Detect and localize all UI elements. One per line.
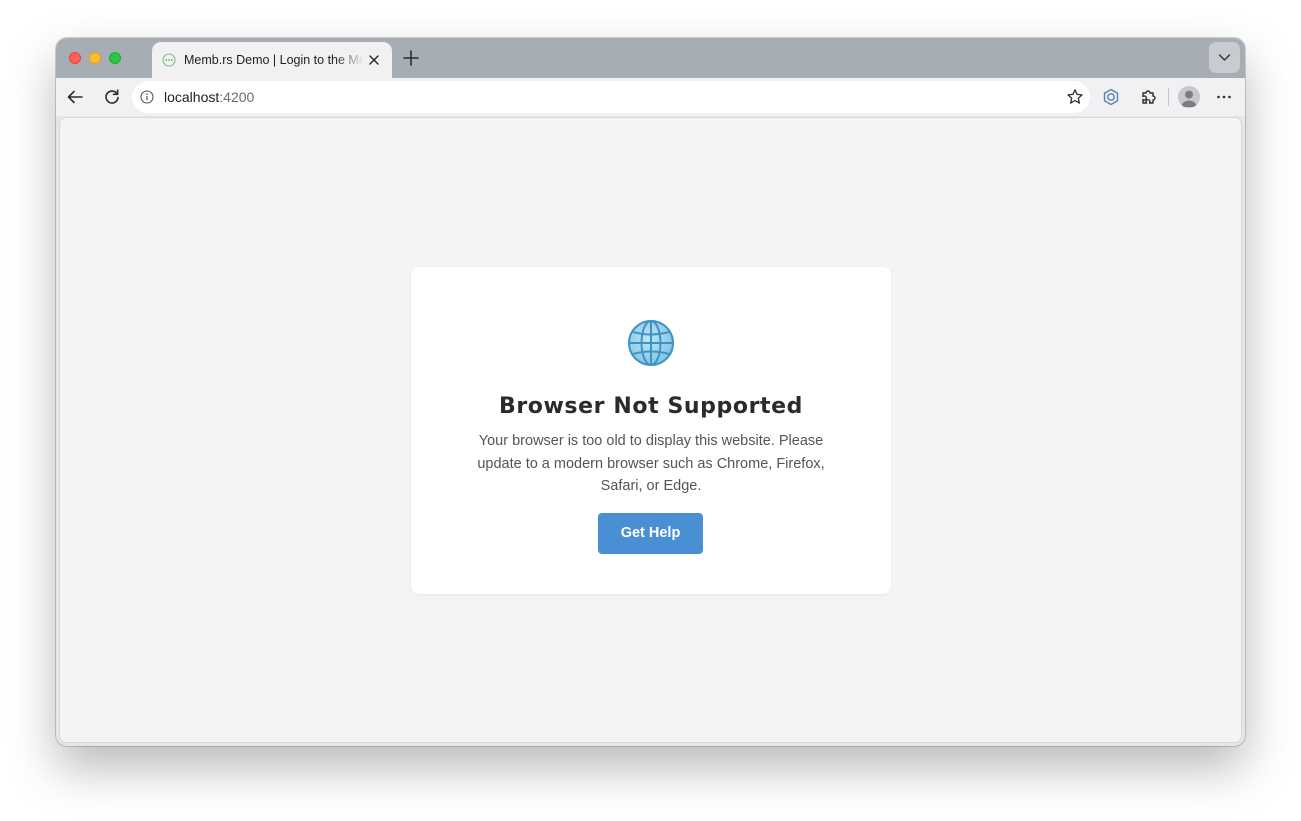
tab-title: Memb.rs Demo | Login to the Memb.rs Demo [184, 53, 364, 67]
tab-close-icon[interactable] [368, 54, 380, 66]
profile-avatar-icon[interactable] [1178, 86, 1200, 108]
extension-icon[interactable] [1102, 88, 1120, 106]
window-maximize-button[interactable] [109, 52, 121, 64]
browser-window: Memb.rs Demo | Login to the Memb.rs Demo [56, 38, 1245, 746]
url-port: :4200 [219, 89, 255, 105]
reload-icon[interactable] [103, 88, 121, 106]
bookmark-star-icon[interactable] [1066, 88, 1084, 106]
unsupported-browser-card: Browser Not Supported Your browser is to… [411, 267, 891, 594]
get-help-button[interactable]: Get Help [598, 513, 703, 554]
browser-tab[interactable]: Memb.rs Demo | Login to the Memb.rs Demo [152, 42, 392, 78]
info-icon[interactable] [140, 90, 154, 104]
back-arrow-icon[interactable] [66, 88, 84, 106]
browser-toolbar: localhost:4200 [56, 78, 1245, 116]
url-host: localhost [164, 89, 220, 105]
tab-search-button[interactable] [1209, 42, 1240, 73]
window-minimize-button[interactable] [89, 52, 101, 64]
tab-strip: Memb.rs Demo | Login to the Memb.rs Demo [56, 38, 1245, 78]
more-icon[interactable] [1215, 88, 1233, 106]
window-close-button[interactable] [69, 52, 81, 64]
new-tab-icon[interactable] [402, 49, 420, 67]
url-text: localhost:4200 [164, 89, 254, 105]
globe-icon [628, 320, 674, 366]
puzzle-icon[interactable] [1139, 88, 1157, 106]
page-title: Browser Not Supported [498, 394, 804, 419]
membrs-favicon-icon [162, 53, 176, 67]
unsupported-message: Your browser is too old to display this … [477, 433, 825, 494]
chevron-down-icon [1218, 54, 1231, 61]
toolbar-divider [1168, 88, 1169, 106]
address-bar[interactable]: localhost:4200 [132, 81, 1090, 113]
page-viewport: Browser Not Supported Your browser is to… [60, 118, 1241, 742]
